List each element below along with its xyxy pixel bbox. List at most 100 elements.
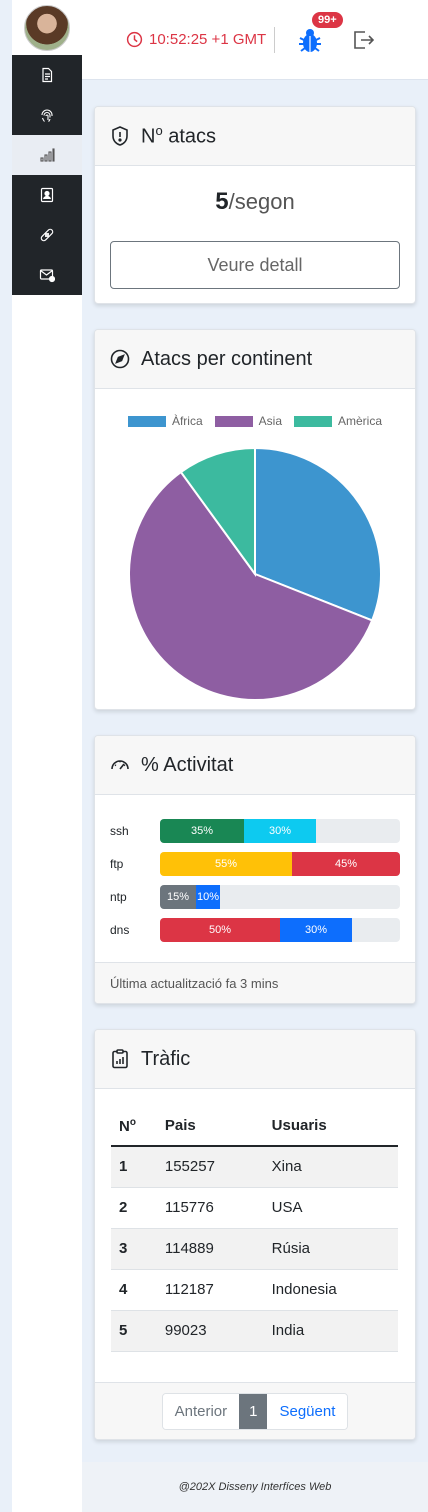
activity-row-ntp: ntp 15% 10% — [110, 885, 400, 909]
speedometer-icon — [111, 760, 129, 770]
logout-icon[interactable] — [352, 30, 374, 50]
progress-segment: 45% — [292, 852, 400, 876]
progress-bar: 55% 45% — [160, 852, 400, 876]
activity-card: % Activitat ssh 35% 30% ftp 55% 45% ntp 15% 10% d… — [94, 735, 416, 1004]
continent-card-header: Atacs per continent — [95, 330, 415, 389]
legend-item[interactable]: Amèrica — [294, 414, 382, 428]
shield-alert-icon — [112, 126, 128, 146]
table-cell-num: 5 — [111, 1310, 157, 1352]
legend-label: Amèrica — [338, 414, 383, 428]
table-cell-users: Xina — [263, 1146, 398, 1188]
table-cell-country: 115776 — [156, 1187, 264, 1229]
bandage-icon — [40, 228, 54, 242]
attacks-card-title: No atacs — [141, 123, 216, 149]
progress-bar: 50% 30% — [160, 918, 400, 942]
progress-bar: 35% 30% — [160, 819, 400, 843]
document-icon — [42, 67, 53, 83]
column-header-country: Pais — [156, 1106, 264, 1147]
page-footer: @202X Disseny Interfíces Web — [82, 1462, 428, 1512]
view-detail-button[interactable]: Veure detall — [110, 241, 400, 289]
header-divider — [274, 27, 275, 53]
table-header-row: No Pais Usuaris — [111, 1106, 398, 1147]
activity-label: ntp — [110, 890, 127, 904]
activity-row-dns: dns 50% 30% — [110, 918, 400, 942]
notification-badge: 99+ — [312, 12, 343, 28]
legend-label: Asia — [258, 414, 282, 428]
legend-label: Àfrica — [171, 414, 203, 428]
attacks-card-header: No atacs — [95, 107, 415, 166]
attacks-card: No atacs 5/segon Veure detall — [94, 106, 416, 304]
continent-card: Atacs per continent Àfrica Asia Amèrica — [94, 329, 416, 710]
table-cell-country: 112187 — [156, 1269, 264, 1311]
attacks-title-sup: o — [155, 123, 163, 139]
sidebar-item-fingerprint[interactable] — [12, 95, 82, 135]
activity-label: ssh — [110, 824, 129, 838]
table-cell-country: 114889 — [156, 1228, 264, 1270]
activity-row-ftp: ftp 55% 45% — [110, 852, 400, 876]
sidebar-nav — [12, 55, 82, 295]
progress-segment: 50% — [160, 918, 280, 942]
clock-time: 10:52:25 +1 GMT — [149, 31, 267, 48]
mail-alert-icon — [39, 269, 55, 283]
activity-last-update: Última actualització fa 3 mins — [95, 962, 415, 1003]
progress-segment: 55% — [160, 852, 292, 876]
progress-segment: 10% — [196, 885, 220, 909]
progress-segment: 35% — [160, 819, 244, 843]
chart-legend: Àfrica Asia Amèrica — [95, 414, 415, 428]
table-row: 2 115776 USA — [111, 1187, 398, 1229]
avatar-container — [12, 0, 82, 55]
pagination-next-button[interactable]: Següent — [267, 1393, 348, 1429]
table-cell-country: 155257 — [156, 1146, 264, 1188]
attacks-title-rest: atacs — [162, 125, 217, 148]
sidebar-item-statistics[interactable] — [12, 135, 82, 175]
table-cell-num: 1 — [111, 1146, 157, 1188]
contact-card-icon — [40, 187, 54, 203]
progress-segment: 15% — [160, 885, 196, 909]
fingerprint-icon — [41, 109, 53, 122]
pagination-current-page[interactable]: 1 — [239, 1393, 268, 1429]
clipboard-chart-icon — [112, 1049, 128, 1069]
sidebar-item-messages[interactable] — [12, 255, 82, 295]
pagination-prev-button[interactable]: Anterior — [162, 1393, 240, 1429]
attack-rate: 5/segon — [95, 188, 415, 216]
table-cell-users: Indonesia — [263, 1269, 398, 1311]
traffic-table-body: 1 155257 Xina 2 115776 USA 3 114889 Rúsia 4 112187… — [111, 1146, 398, 1352]
sidebar-item-contacts[interactable] — [12, 175, 82, 215]
attack-rate-value: 5 — [215, 188, 229, 215]
column-header-users: Usuaris — [263, 1106, 398, 1147]
pagination: Anterior 1 Següent — [161, 1392, 349, 1430]
sidebar-item-health[interactable] — [12, 215, 82, 255]
table-cell-num: 3 — [111, 1228, 157, 1270]
traffic-card-header: Tràfic — [95, 1030, 415, 1089]
compass-icon — [110, 349, 130, 369]
activity-progress-list: ssh 35% 30% ftp 55% 45% ntp 15% 10% dns 50% 30% — [95, 795, 415, 942]
table-cell-users: Rúsia — [263, 1228, 398, 1270]
sidebar-item-documents[interactable] — [12, 55, 82, 95]
table-cell-num: 4 — [111, 1269, 157, 1311]
clock: 10:52:25 +1 GMT — [126, 31, 266, 48]
table-row: 4 112187 Indonesia — [111, 1269, 398, 1311]
legend-item[interactable]: Àfrica — [127, 414, 203, 428]
bar-chart-icon — [40, 148, 55, 162]
table-cell-users: USA — [263, 1187, 398, 1229]
legend-item[interactable]: Asia — [214, 414, 282, 428]
progress-segment: 30% — [280, 918, 352, 942]
progress-bar: 15% 10% — [160, 885, 400, 909]
activity-card-header: % Activitat — [95, 736, 415, 795]
table-cell-users: India — [263, 1310, 398, 1352]
attack-rate-unit: /segon — [228, 189, 295, 214]
legend-swatch — [214, 415, 253, 427]
traffic-table: No Pais Usuaris 1 155257 Xina 2 115776 USA 3 11… — [111, 1106, 398, 1352]
sidebar — [12, 0, 82, 1512]
activity-label: ftp — [110, 857, 124, 871]
number-header-prefix: N — [119, 1117, 130, 1135]
table-row: 3 114889 Rúsia — [111, 1228, 398, 1270]
table-row: 1 155257 Xina — [111, 1146, 398, 1188]
avatar[interactable] — [24, 4, 70, 51]
bug-icon[interactable] — [298, 28, 322, 54]
clock-icon — [126, 31, 143, 48]
traffic-card: Tràfic No Pais Usuaris 1 155257 Xina 2 11577… — [94, 1029, 416, 1440]
table-row: 5 99023 India — [111, 1310, 398, 1352]
activity-card-title: % Activitat — [141, 753, 234, 776]
activity-row-ssh: ssh 35% 30% — [110, 819, 400, 843]
